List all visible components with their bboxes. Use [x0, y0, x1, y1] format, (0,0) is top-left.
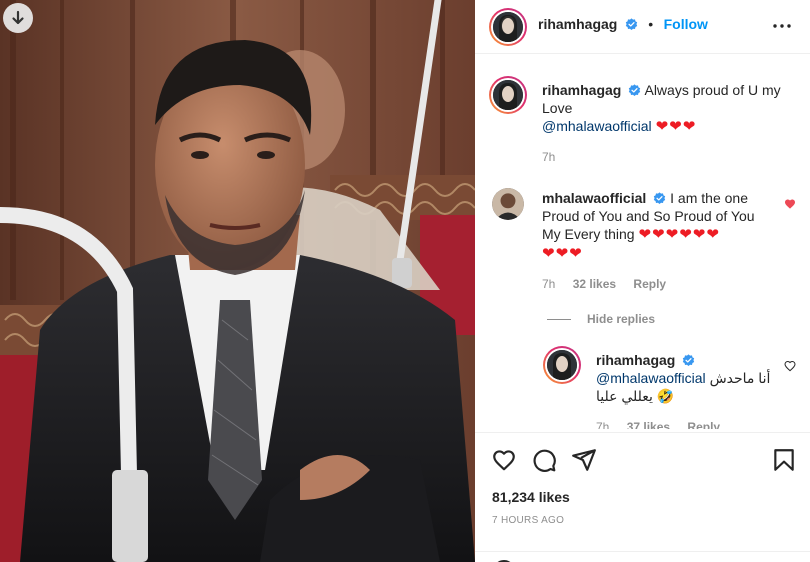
comments-section: rihamhagag Always proud of U my Love @mh… [475, 55, 810, 429]
verified-badge-icon [683, 354, 695, 366]
comment-avatar[interactable] [492, 188, 524, 220]
heart-emojis: ❤❤❤❤❤❤ [638, 226, 720, 243]
reply-body: rihamhagag @mhalawaofficial أنا ماحدش يع… [596, 351, 776, 405]
laughing-emoji: 🤣 [656, 388, 675, 404]
hide-replies-button[interactable]: Hide replies [547, 312, 655, 326]
header-separator: • [648, 16, 654, 32]
reply-time[interactable]: 7h [596, 420, 609, 429]
comment-time[interactable]: 7h [542, 150, 555, 164]
save-icon[interactable] [771, 447, 797, 473]
like-comment-icon[interactable] [784, 360, 796, 372]
reply-text-line2: يعللي عليا [596, 388, 653, 404]
heart-emojis: ❤❤❤ [542, 245, 583, 262]
mention-link[interactable]: @mhalawaofficial [596, 370, 706, 386]
liked-heart-icon[interactable] [784, 198, 796, 210]
comment-meta: 7h [542, 150, 569, 164]
post-image [0, 0, 475, 562]
comment-icon[interactable] [531, 447, 557, 473]
header-author-line: rihamhagag • Follow [538, 16, 708, 34]
comment-meta: 7h 32 likes Reply [542, 277, 680, 291]
reply-likes[interactable]: 37 likes [627, 420, 670, 429]
verified-badge-icon [629, 84, 641, 96]
reply-username[interactable]: rihamhagag [596, 352, 675, 368]
reply-button[interactable]: Reply [633, 277, 666, 291]
add-comment-bar [475, 551, 810, 562]
scroll-down-button[interactable] [3, 3, 33, 33]
reply-text: أنا ماحدش [709, 370, 771, 386]
post-actions: 81,234 likes 7 HOURS AGO [475, 432, 810, 562]
author-avatar[interactable] [489, 8, 527, 46]
follow-button[interactable]: Follow [664, 16, 708, 32]
hide-replies-label: Hide replies [587, 312, 656, 326]
like-icon[interactable] [491, 447, 517, 473]
reply-meta: 7h 37 likes Reply [596, 420, 734, 429]
more-options-button[interactable] [770, 14, 794, 38]
arrow-down-icon [12, 10, 24, 25]
verified-badge-icon [654, 192, 666, 204]
post-header: rihamhagag • Follow [475, 0, 810, 54]
share-icon[interactable] [571, 447, 597, 473]
divider-line [547, 319, 571, 321]
more-options-icon [773, 24, 791, 28]
comment-body: rihamhagag Always proud of U my Love @mh… [542, 81, 787, 136]
comment-body: mhalawaofficial I am the one Proud of Yo… [542, 189, 767, 263]
comment-username[interactable]: rihamhagag [542, 82, 621, 98]
comment-username[interactable]: mhalawaofficial [542, 190, 646, 206]
reply-reply-button[interactable]: Reply [687, 420, 720, 429]
comment-time[interactable]: 7h [542, 277, 555, 291]
comment-avatar[interactable] [489, 76, 527, 114]
post-side-panel: rihamhagag • Follow rihamhagag Always pr… [475, 0, 810, 562]
mention-link[interactable]: @mhalawaofficial [542, 118, 652, 134]
likes-count[interactable]: 81,234 likes [492, 489, 570, 505]
reply-avatar[interactable] [543, 346, 581, 384]
heart-emojis: ❤❤❤ [655, 118, 697, 135]
post-timestamp[interactable]: 7 HOURS AGO [492, 515, 564, 526]
author-username[interactable]: rihamhagag [538, 16, 617, 32]
post-photo [0, 0, 475, 562]
verified-badge-icon [625, 18, 637, 30]
comment-likes[interactable]: 32 likes [573, 277, 616, 291]
